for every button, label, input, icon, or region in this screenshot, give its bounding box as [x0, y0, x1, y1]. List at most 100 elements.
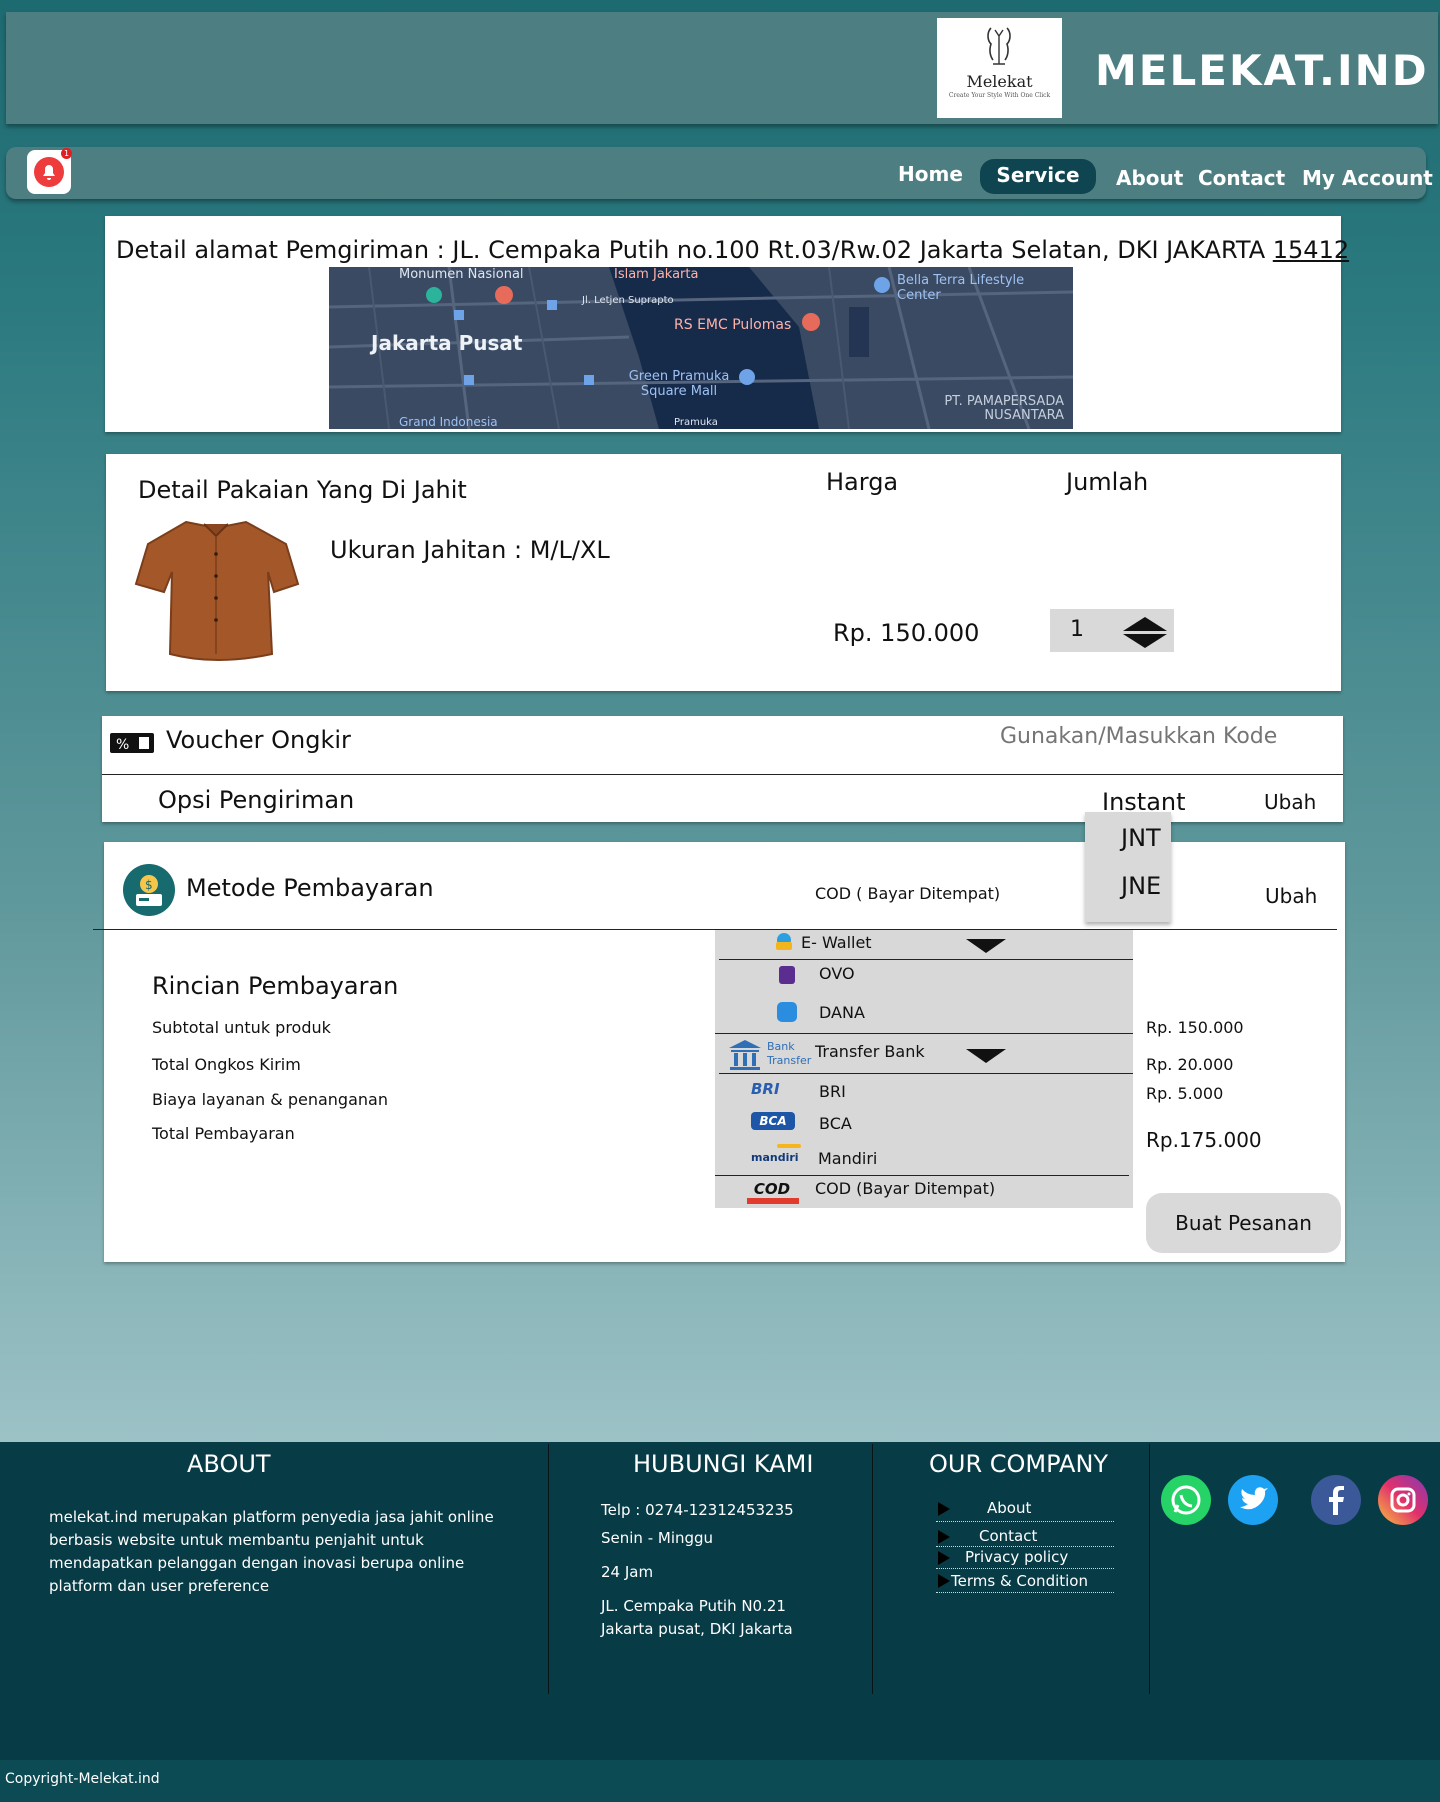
footer-company-title: OUR COMPANY [929, 1450, 1109, 1478]
shirt-image[interactable] [126, 514, 306, 664]
map-label: Bella Terra Lifestyle Center [897, 273, 1025, 303]
divider [719, 1073, 1133, 1074]
divider [548, 1444, 549, 1694]
nav-my-account[interactable]: My Account [1302, 166, 1433, 190]
divider [936, 1521, 1114, 1522]
map-label: Islam Jakarta [614, 267, 699, 282]
map-label: Green Pramuka Square Mall [628, 369, 730, 399]
arrow-right-icon [938, 1551, 950, 1565]
brand-name[interactable]: MELEKAT.IND [1095, 46, 1429, 95]
qty-header: Jumlah [1066, 468, 1149, 496]
summary-label: Total Pembayaran [152, 1124, 295, 1143]
logo[interactable]: Melekat Create Your Style With One Click [937, 18, 1062, 118]
footer-link-about[interactable]: About [987, 1499, 1031, 1517]
cod-logo: COD [745, 1180, 799, 1204]
map-label: Grand Indonesia [399, 415, 498, 429]
arrow-right-icon [938, 1574, 950, 1588]
shipping-change-button[interactable]: Ubah [1264, 790, 1316, 814]
quantity-value: 1 [1070, 617, 1084, 642]
dana-icon [777, 1002, 797, 1022]
bca-logo: BCA [751, 1112, 795, 1130]
notification-badge: 1 [61, 148, 72, 159]
postal-code: 15412 [1272, 236, 1350, 264]
divider [936, 1592, 1114, 1593]
chevron-down-icon[interactable] [965, 1048, 1007, 1064]
footer-days: Senin - Minggu [601, 1529, 714, 1547]
whatsapp-icon[interactable] [1161, 1475, 1211, 1525]
arrow-right-icon [938, 1530, 950, 1544]
address-detail: Detail alamat Pemgiriman : JL. Cempaka P… [116, 236, 1349, 264]
summary-value: Rp. 150.000 [1146, 1018, 1244, 1037]
address-panel: Detail alamat Pemgiriman : JL. Cempaka P… [105, 216, 1349, 432]
copyright-text: Copyright-Melekat.ind [5, 1771, 160, 1787]
product-price: Rp. 150.000 [833, 619, 980, 647]
arrow-right-icon [938, 1502, 950, 1516]
nav-about[interactable]: About [1116, 166, 1183, 190]
voucher-shipping-panel: % Voucher Ongkir Opsi Pengiriman Instant… [102, 716, 1343, 822]
shipping-option-jne[interactable]: JNE [1121, 872, 1161, 900]
ewallet-icon [773, 932, 795, 954]
footer-link-contact[interactable]: Contact [979, 1527, 1037, 1545]
ewallet-option-ovo[interactable]: OVO [819, 964, 855, 983]
place-order-button[interactable]: Buat Pesanan [1146, 1193, 1341, 1253]
cod-logo-text: COD [753, 1180, 791, 1198]
map-label: PT. PAMAPERSADA NUSANTARA [944, 394, 1064, 423]
payment-change-button[interactable]: Ubah [1265, 884, 1317, 908]
footer-phone: Telp : 0274-12312453235 [601, 1501, 794, 1519]
bank-option-bri[interactable]: BRI [819, 1082, 846, 1101]
payment-options-dropdown: E- Wallet OVO DANA Bank Transfer Transfe… [715, 930, 1133, 1208]
product-panel: Detail Pakaian Yang Di Jahit Harga Jumla… [106, 454, 1341, 691]
divider [936, 1546, 1114, 1547]
chevron-down-icon[interactable] [965, 938, 1007, 954]
nav-service[interactable]: Service [980, 159, 1096, 194]
footer-address-line1: JL. Cempaka Putih N0.21 [601, 1597, 786, 1615]
quantity-stepper[interactable]: 1 [1050, 609, 1174, 652]
summary-label: Total Ongkos Kirim [152, 1055, 301, 1074]
logo-title: Melekat [966, 72, 1033, 91]
divider [719, 959, 1133, 960]
footer-about-title: ABOUT [187, 1450, 271, 1478]
footer-link-privacy[interactable]: Privacy policy [965, 1548, 1068, 1566]
shipping-option-jnt[interactable]: JNT [1121, 824, 1161, 852]
twitter-icon[interactable] [1228, 1475, 1278, 1525]
instagram-icon[interactable] [1378, 1475, 1428, 1525]
total-value: Rp.175.000 [1146, 1128, 1262, 1152]
summary-value: Rp. 5.000 [1146, 1084, 1224, 1103]
summary-label: Biaya layanan & penanganan [152, 1090, 388, 1109]
voucher-code-input[interactable] [1000, 724, 1320, 749]
ewallet-option-dana[interactable]: DANA [819, 1003, 865, 1022]
mandiri-wave-icon [777, 1144, 801, 1148]
voucher-label: Voucher Ongkir [166, 726, 351, 754]
divider [872, 1444, 873, 1694]
summary-label: Subtotal untuk produk [152, 1018, 331, 1037]
bank-option-mandiri[interactable]: Mandiri [818, 1149, 877, 1168]
divider [715, 1175, 1129, 1176]
facebook-icon[interactable] [1311, 1475, 1361, 1525]
map-label: RS EMC Pulomas [674, 317, 792, 333]
shipping-options-dropdown: JNT JNE [1085, 812, 1171, 922]
payment-option-cod[interactable]: COD (Bayar Ditempat) [815, 1179, 995, 1198]
payment-selected[interactable]: COD ( Bayar Ditempat) [815, 884, 1000, 903]
map-label: Jakarta Pusat [371, 331, 523, 355]
summary-value: Rp. 20.000 [1146, 1055, 1234, 1074]
divider [936, 1568, 1114, 1569]
nav-contact[interactable]: Contact [1198, 166, 1285, 190]
bank-icon [729, 1040, 761, 1070]
svg-text:$: $ [145, 878, 153, 892]
ewallet-label[interactable]: E- Wallet [801, 933, 872, 952]
qty-arrows-icon[interactable] [1120, 615, 1170, 649]
bank-transfer-label[interactable]: Transfer Bank [815, 1042, 925, 1061]
payment-icon: $ [123, 864, 175, 916]
mannequin-icon [987, 27, 1011, 65]
delivery-map[interactable]: Monumen Nasional Islam Jakarta Jl. Letje… [329, 267, 1073, 429]
notification-button[interactable]: 1 [27, 148, 72, 194]
footer-contact-title: HUBUNGI KAMI [633, 1450, 814, 1478]
footer-link-terms[interactable]: Terms & Condition [951, 1572, 1088, 1590]
ovo-icon [779, 966, 795, 984]
map-label: Monumen Nasional [399, 267, 524, 282]
nav-home[interactable]: Home [898, 162, 963, 186]
map-label: Jl. Letjen Suprapto [582, 295, 674, 306]
bank-option-bca[interactable]: BCA [819, 1114, 852, 1133]
footer-about-text: melekat.ind merupakan platform penyedia … [49, 1508, 494, 1595]
divider [715, 1033, 1133, 1034]
